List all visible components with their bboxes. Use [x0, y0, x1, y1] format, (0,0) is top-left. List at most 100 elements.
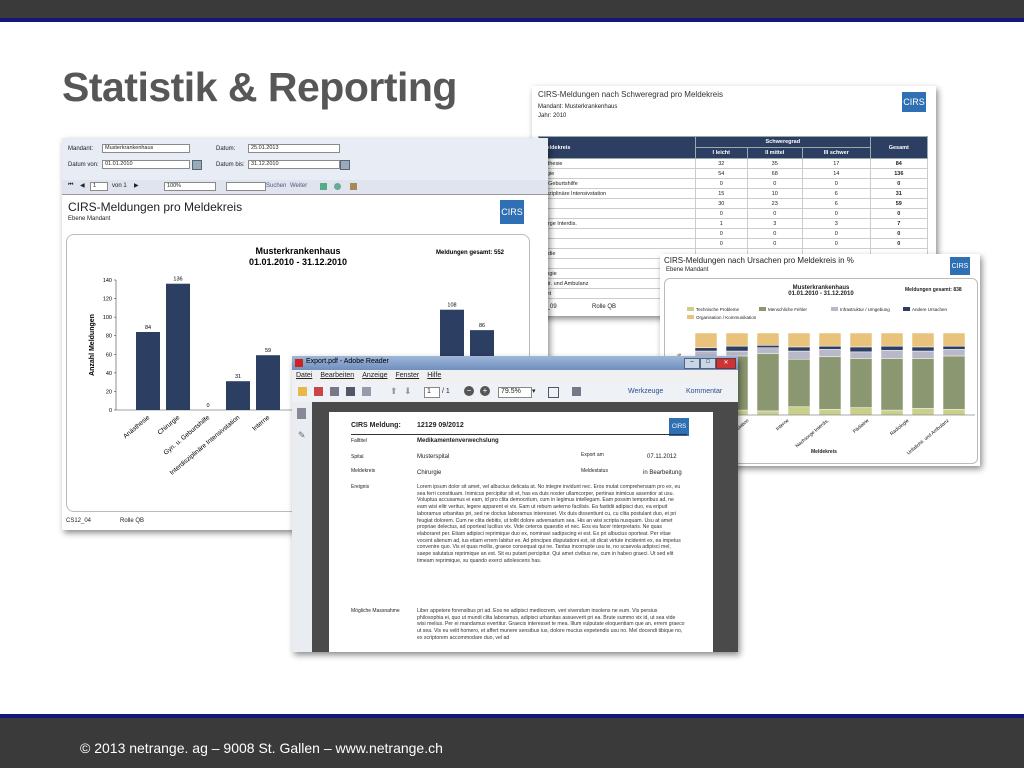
y-tick-label: 140	[103, 278, 112, 284]
pdf-page-input[interactable]: 1	[424, 387, 440, 398]
pages-icon[interactable]	[297, 408, 306, 419]
cause-total: Meldungen gesamt: 838	[905, 287, 962, 293]
attachment-icon[interactable]: ✎	[298, 430, 306, 441]
next-page-icon[interactable]: ▶	[134, 182, 139, 189]
y-tick-label: 80	[106, 334, 112, 340]
menu-item-4[interactable]: Hilfe	[427, 372, 441, 379]
cirs-logo: CIRS	[902, 92, 926, 112]
fit-width-icon[interactable]	[572, 387, 581, 396]
datum-von-input[interactable]: 01.01.2010	[102, 160, 190, 169]
table-cell: u. Geburtshilfe	[538, 178, 696, 189]
table-cell: 14	[801, 168, 871, 179]
table-cell: 0	[695, 208, 748, 219]
page-input[interactable]: 1	[90, 182, 108, 191]
fit-page-icon[interactable]	[548, 387, 559, 398]
bar	[166, 283, 190, 410]
page-up-icon[interactable]: ⬆	[390, 386, 398, 397]
x-tick-label: Interne	[251, 414, 271, 433]
stacked-segment	[911, 358, 935, 409]
ereignis-text: Lorem ipsum dolor sit amet, vel albucius…	[417, 484, 681, 564]
pdf-zoom-select[interactable]: 79.5%	[498, 387, 532, 398]
stacked-segment	[787, 346, 811, 352]
tools-button[interactable]: Werkzeuge	[628, 388, 663, 395]
minimize-button[interactable]: –	[684, 358, 700, 369]
stacked-segment	[880, 332, 904, 347]
mandant-label: Mandant:	[68, 146, 94, 152]
stacked-segment	[880, 358, 904, 411]
zoom-out-icon[interactable]: −	[464, 386, 474, 396]
email-icon[interactable]	[362, 387, 371, 396]
comments-button[interactable]: Kommentar	[686, 388, 722, 395]
table-footer-right: Rolle QB	[592, 304, 617, 310]
table-row: esthesie 32 35 17 84	[538, 158, 929, 169]
y-tick-label: 40	[106, 371, 112, 377]
top-bar	[0, 0, 1024, 18]
mandant-select[interactable]: Musterkrankenhaus	[102, 144, 190, 153]
table-cell: 31	[869, 188, 929, 199]
calendar-icon[interactable]	[340, 160, 350, 170]
chart-title: Musterkrankenhaus	[255, 246, 340, 256]
zoom-select[interactable]: 100%	[164, 182, 216, 191]
table-cell: 0	[746, 208, 803, 219]
stacked-segment	[756, 410, 780, 416]
calendar-icon[interactable]	[192, 160, 202, 170]
stacked-segment	[911, 346, 935, 352]
search-input[interactable]	[226, 182, 266, 191]
table-cell: 30	[695, 198, 748, 209]
y-tick-label: 120	[103, 297, 112, 303]
field-value: Musterspital	[417, 454, 450, 460]
table-title: CIRS-Meldungen nach Schweregrad pro Meld…	[538, 90, 723, 99]
refresh-icon[interactable]	[334, 183, 341, 190]
export-label: Export am	[581, 452, 604, 458]
legend-item: Andere Ursachen	[903, 307, 947, 312]
table-jahr: Jahr: 2010	[538, 113, 567, 119]
table-cell: 7	[869, 218, 929, 229]
open-icon[interactable]	[298, 387, 307, 396]
bar-value-label: 86	[479, 323, 485, 329]
bar-value-label: 84	[145, 325, 151, 331]
menu-item-1[interactable]: Bearbeiten	[320, 372, 354, 379]
slide-title: Statistik & Reporting	[62, 64, 457, 110]
close-button[interactable]: ✕	[716, 358, 736, 369]
export-icon[interactable]	[320, 183, 327, 190]
page-down-icon[interactable]: ⬇	[404, 386, 412, 397]
legend-label: Andere Ursachen	[912, 307, 948, 312]
zoom-in-icon[interactable]: +	[480, 386, 490, 396]
next-link[interactable]: Weiter	[290, 183, 307, 189]
stacked-segment	[756, 353, 780, 412]
pdf-page-of: / 1	[442, 388, 450, 395]
search-link[interactable]: Suchen	[266, 183, 286, 189]
chevron-down-icon[interactable]: ▾	[532, 387, 536, 395]
table-cell: 0	[746, 238, 803, 249]
stacked-segment	[849, 407, 873, 416]
save-icon[interactable]	[330, 387, 339, 396]
datum-input[interactable]: 25.01.2013	[248, 144, 340, 153]
first-page-icon[interactable]: ⏮	[68, 182, 73, 189]
stacked-segment	[880, 345, 904, 351]
bar	[256, 355, 280, 410]
create-icon[interactable]	[314, 387, 323, 396]
legend-item: Technische Probleme	[687, 307, 739, 312]
legend-swatch	[759, 307, 766, 311]
bar-value-label: 0	[206, 403, 209, 409]
table-cell: 3	[801, 218, 871, 229]
field-label: Meldekreis	[351, 468, 376, 474]
cause-subtitle: Ebene Mandant	[666, 267, 709, 273]
stacked-segment	[694, 347, 718, 352]
menu-item-3[interactable]: Fenster	[396, 372, 420, 379]
datum-von-label: Datum von:	[68, 162, 99, 168]
menu-item-0[interactable]: Datei	[296, 372, 312, 379]
print-icon[interactable]	[350, 183, 357, 190]
legend-swatch	[687, 307, 694, 311]
chart-subtitle: 01.01.2010 - 31.12.2010	[249, 257, 347, 267]
print-icon[interactable]	[346, 387, 355, 396]
pdf-menubar: Datei Bearbeiten Anzeige Fenster Hilfe	[292, 370, 738, 382]
prev-page-icon[interactable]: ◀	[80, 182, 85, 189]
menu-item-2[interactable]: Anzeige	[362, 372, 387, 379]
datum-bis-input[interactable]: 31.12.2010	[248, 160, 340, 169]
stacked-segment	[787, 332, 811, 348]
doc-heading-value: 12129 09/2012	[417, 422, 464, 429]
doc-rule	[351, 434, 687, 435]
table-cell: 0	[801, 228, 871, 239]
maximize-button[interactable]: □	[700, 358, 716, 369]
